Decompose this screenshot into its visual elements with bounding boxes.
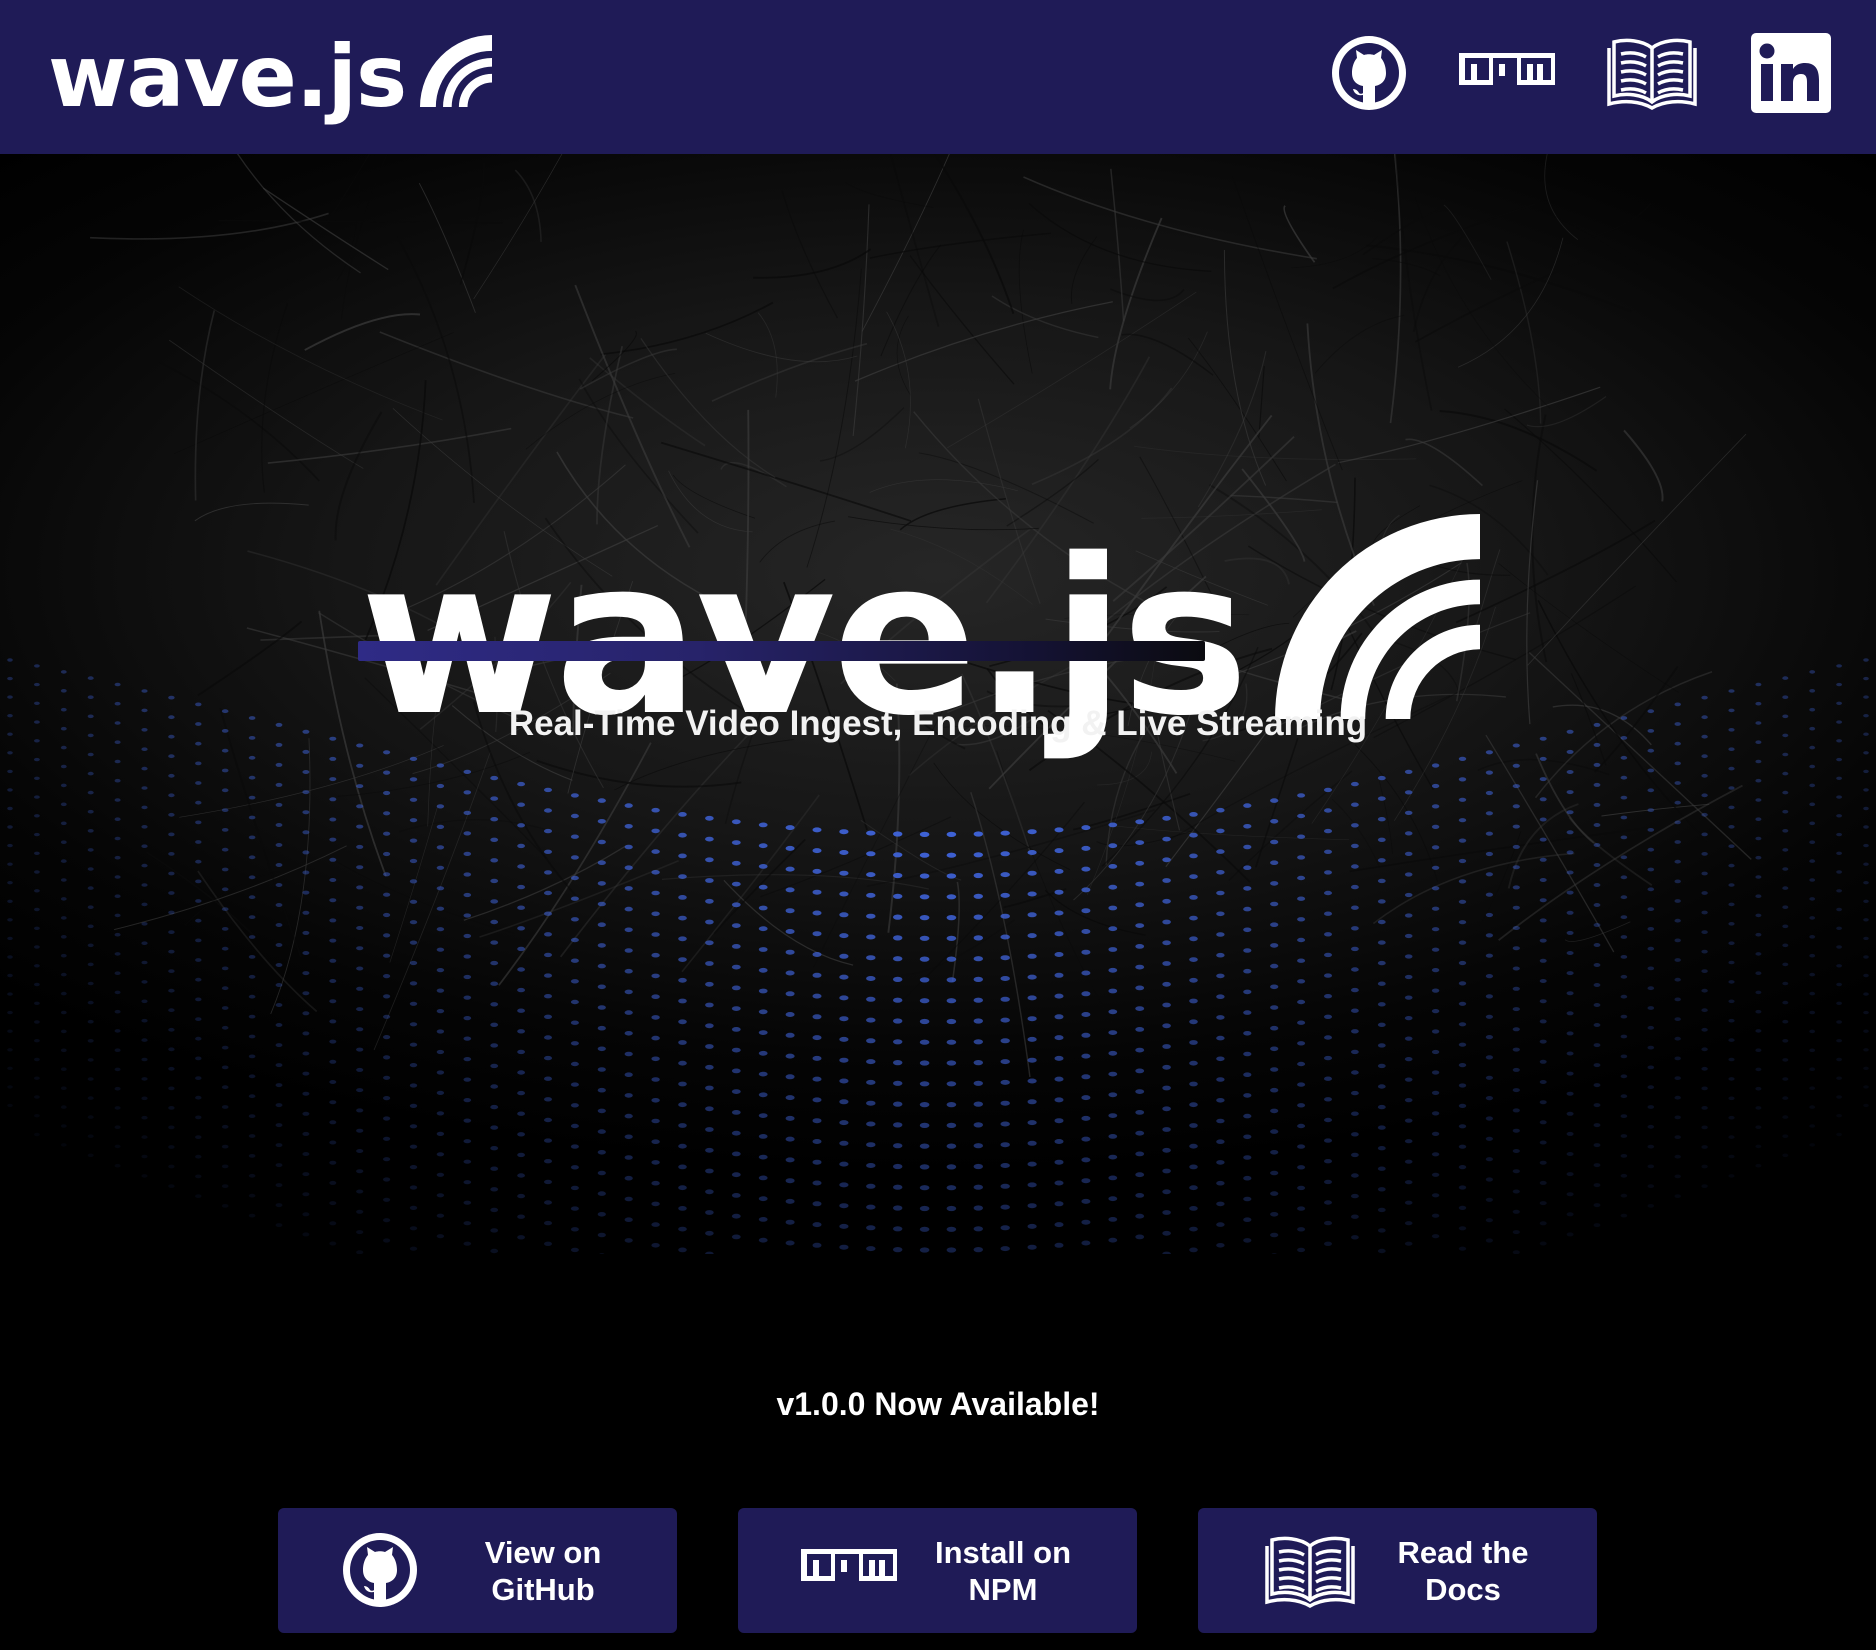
install-on-npm-button[interactable]: Install on NPM	[738, 1508, 1137, 1633]
wave-logo-icon	[420, 35, 493, 107]
cta-label-line1: Read the	[1397, 1534, 1529, 1570]
linkedin-icon	[1751, 33, 1831, 113]
npm-icon	[1459, 53, 1555, 86]
cta-label-line1: Install on	[934, 1534, 1072, 1570]
npm-icon-wrap	[800, 1548, 898, 1588]
release-announcement: v1.0.0 Now Available!	[776, 1386, 1100, 1422]
book-icon	[1607, 38, 1697, 110]
cta-label: View on GitHub	[448, 1534, 638, 1608]
cta-label-line1: View on	[484, 1534, 602, 1570]
nav-docs-link[interactable]	[1606, 32, 1698, 112]
hero-tagline: Real-Time Video Ingest, Encoding & Live …	[508, 704, 1368, 743]
read-the-docs-button[interactable]: Read the Docs	[1198, 1508, 1597, 1633]
nav-linkedin-link[interactable]	[1750, 32, 1832, 114]
nav-logo-text: wave.js	[48, 27, 407, 127]
cta-label: Read the Docs	[1368, 1534, 1558, 1608]
nav-logo[interactable]: wave.js	[48, 22, 493, 132]
hero-underline	[358, 641, 1205, 661]
wave-logo-icon	[1275, 514, 1481, 719]
book-icon-wrap	[1264, 1532, 1356, 1608]
top-navbar: wave.js	[0, 0, 1876, 154]
nav-github-link[interactable]	[1328, 32, 1410, 114]
hero-section: wave.js Real-Time Video Ingest, Encoding…	[0, 154, 1876, 1254]
github-icon-wrap	[340, 1530, 420, 1610]
book-icon	[1265, 1536, 1355, 1608]
cta-label: Install on NPM	[908, 1534, 1098, 1608]
cta-label-line2: GitHub	[491, 1571, 595, 1607]
github-icon	[343, 1533, 417, 1607]
nav-npm-link[interactable]	[1458, 32, 1556, 112]
cta-label-line2: NPM	[968, 1571, 1038, 1607]
view-on-github-button[interactable]: View on GitHub	[278, 1508, 677, 1633]
npm-icon	[801, 1549, 897, 1582]
github-icon	[1332, 36, 1406, 110]
cta-label-line2: Docs	[1425, 1571, 1501, 1607]
